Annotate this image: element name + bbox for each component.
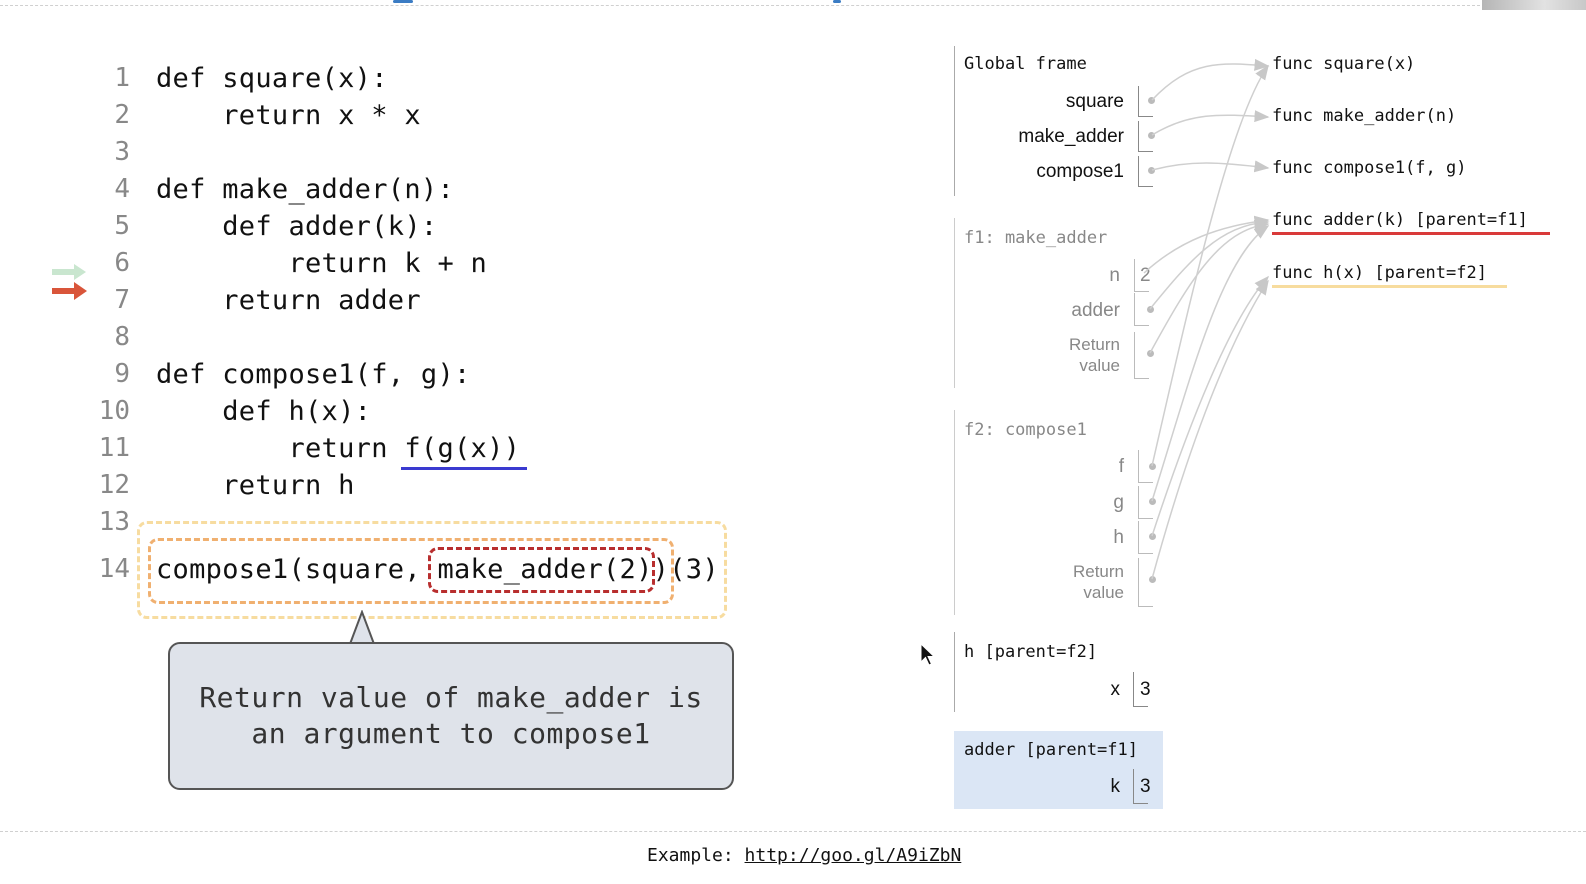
example-footer: Example: http://goo.gl/A9iZbN [647,845,961,866]
mouse-cursor-icon [920,642,936,671]
example-label: Example: [647,845,745,866]
example-link[interactable]: http://goo.gl/A9iZbN [745,845,962,866]
bottom-divider [0,831,1586,832]
pointer-arrows [1143,58,1270,580]
